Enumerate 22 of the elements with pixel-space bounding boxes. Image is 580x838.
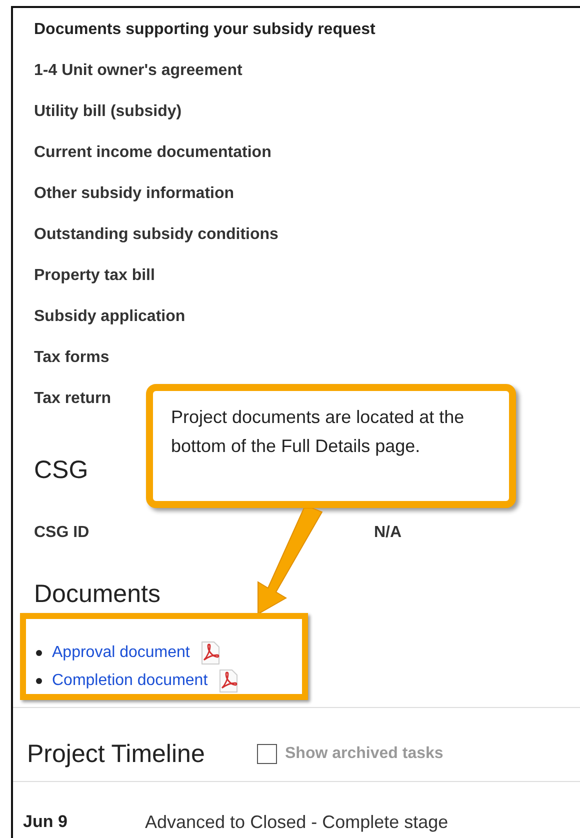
field-value: N/A <box>374 523 402 543</box>
field-label: CSG ID <box>34 523 90 543</box>
section-heading: Documents <box>34 579 160 610</box>
timeline-event: Advanced to Closed - Complete stage <box>145 810 448 834</box>
document-label: Tax return <box>34 390 112 407</box>
bullet-icon <box>36 678 42 684</box>
document-label: Utility bill (subsidy) <box>34 103 182 120</box>
document-label: Outstanding subsidy conditions <box>34 226 278 243</box>
document-label: Property tax bill <box>34 267 155 284</box>
document-label: 1-4 Unit owner's agreement <box>34 62 242 79</box>
section-heading: CSG <box>34 455 88 486</box>
callout-box: Project documents are located at the bottom of the Full Details page. <box>146 384 516 508</box>
timeline-date: Jun 9 <box>23 811 68 834</box>
bullet-icon <box>36 650 42 656</box>
document-link[interactable]: Completion document <box>52 669 208 693</box>
section-heading: Project Timeline <box>27 738 206 770</box>
document-label: Tax forms <box>34 349 110 366</box>
document-label: Subsidy application <box>34 308 186 325</box>
document-label: Other subsidy information <box>34 185 234 202</box>
document-label: Current income documentation <box>34 144 272 161</box>
section-heading: Documents supporting your subsidy request <box>34 20 376 40</box>
document-link[interactable]: Approval document <box>52 641 190 665</box>
